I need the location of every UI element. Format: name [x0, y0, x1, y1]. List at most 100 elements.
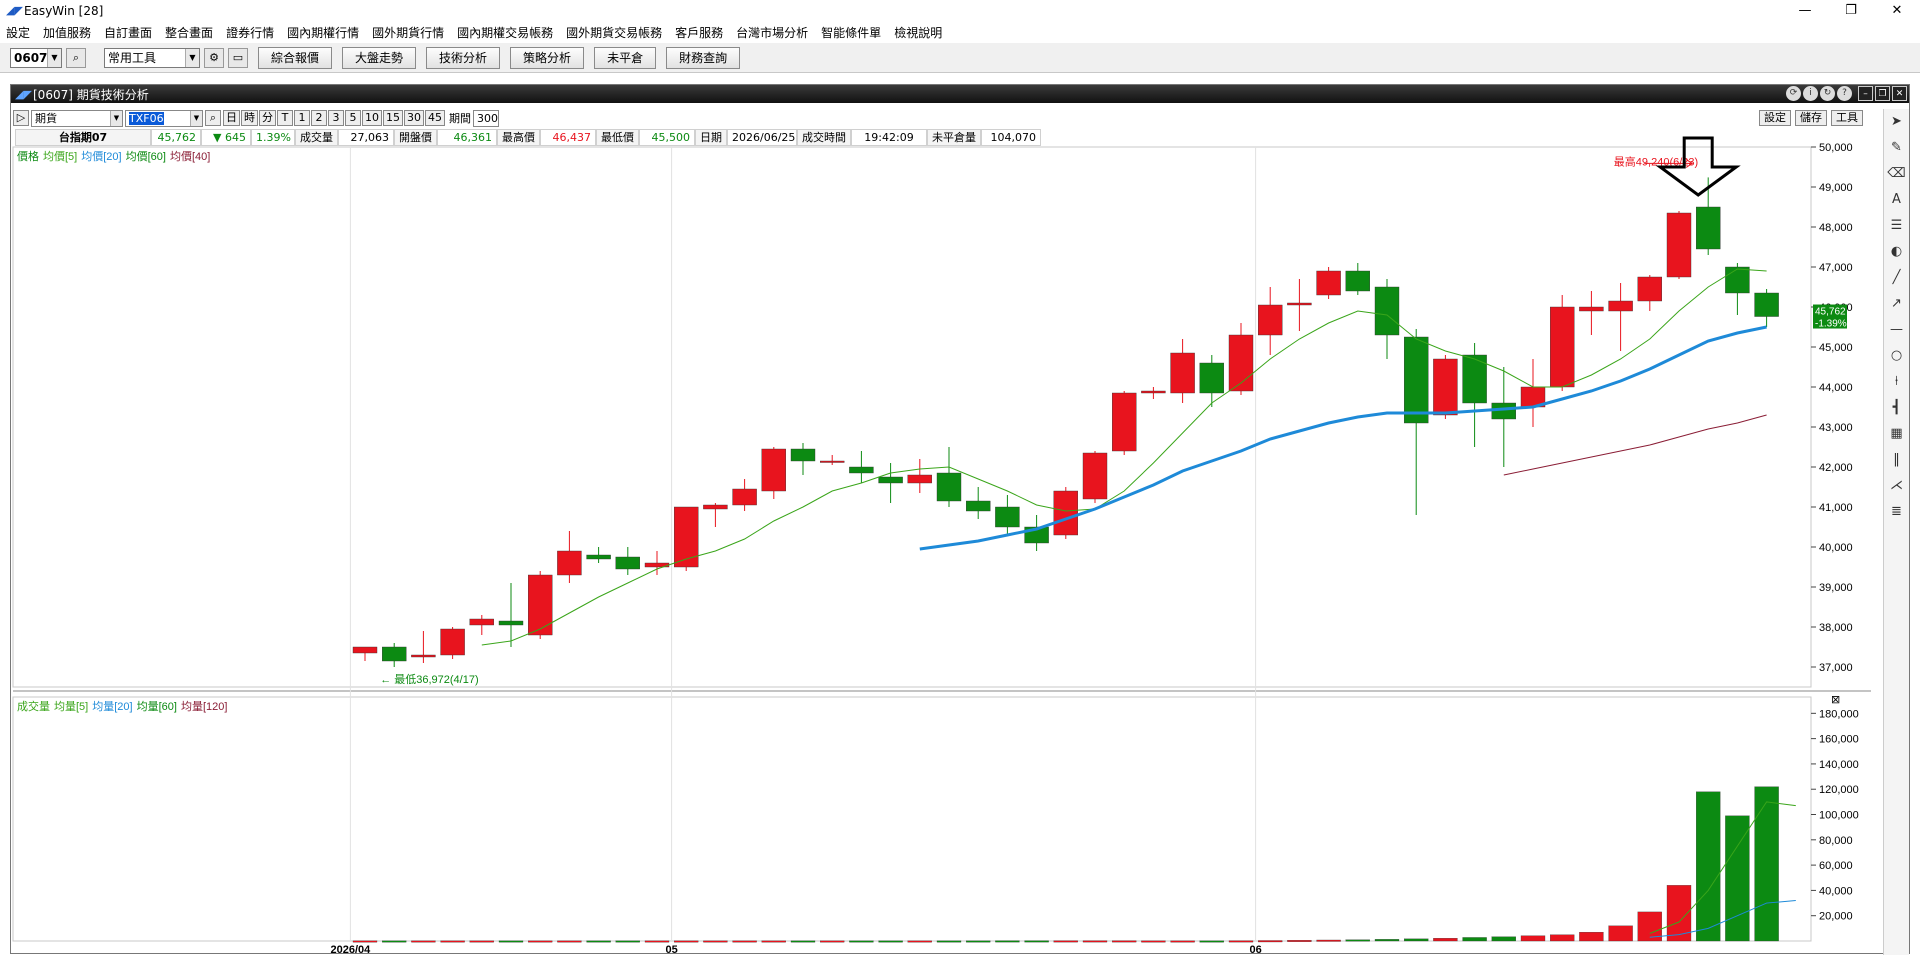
volume-bar	[586, 940, 611, 943]
arrow-icon[interactable]: ↗	[1884, 291, 1909, 317]
menu-item-12[interactable]: 檢視說明	[894, 24, 942, 41]
price-legend-item: 均價[40]	[170, 149, 210, 163]
candle-body	[1666, 212, 1692, 278]
volume-bar	[615, 940, 640, 943]
close-icon[interactable]: ⊠	[1831, 693, 1840, 706]
volume-bar	[411, 940, 436, 943]
price-tick-label: 44,000	[1819, 382, 1853, 394]
volume-bar	[878, 940, 903, 943]
tool-combo[interactable]: 常用工具 ▼	[104, 47, 200, 68]
volume-bar	[469, 940, 494, 943]
volume-bar	[966, 940, 991, 943]
menu-item-0[interactable]: 設定	[6, 24, 30, 41]
fan-icon[interactable]: ⋌	[1884, 473, 1909, 499]
volume-bar	[1316, 939, 1341, 942]
eraser-icon[interactable]: ⌫	[1884, 161, 1909, 187]
close-icon[interactable]: ✕	[1874, 0, 1920, 22]
volume-bar	[1433, 938, 1458, 942]
volume-bar	[440, 940, 465, 943]
price-legend-item: 均價[5]	[43, 149, 77, 163]
menu-item-8[interactable]: 國外期貨交易帳務	[566, 24, 662, 41]
candle-body	[557, 550, 582, 576]
price-volume-chart[interactable]: 2026/04050650,00049,00048,00047,00046,00…	[11, 85, 1883, 955]
hlines-icon[interactable]: ☰	[1884, 213, 1909, 239]
palette-icon[interactable]: ◐	[1884, 239, 1909, 265]
pin-icon[interactable]: ⍿	[1884, 369, 1909, 395]
search-icon[interactable]: ⌕	[66, 47, 86, 68]
volume-legend-item: 均量[120]	[181, 700, 227, 713]
volume-bar	[936, 940, 962, 943]
grid-icon[interactable]: ▦	[1884, 421, 1909, 447]
pointer-icon[interactable]: ➤	[1884, 109, 1909, 135]
volume-bar	[1170, 940, 1195, 943]
volume-tick-label: 160,000	[1819, 734, 1859, 746]
volume-bar	[1141, 940, 1166, 943]
menu-item-1[interactable]: 加值服務	[43, 24, 91, 41]
menu-item-7[interactable]: 國內期權交易帳務	[457, 24, 553, 41]
menu-item-9[interactable]: 客戶服務	[675, 24, 723, 41]
volume-tick-label: 140,000	[1819, 759, 1859, 771]
price-tick-label: 47,000	[1819, 262, 1853, 274]
hline-icon[interactable]: —	[1884, 317, 1909, 343]
candle-body	[1053, 490, 1079, 536]
candle-icon[interactable]: ┫	[1884, 395, 1909, 421]
window-icon[interactable]: ▭	[228, 47, 248, 68]
candle-body	[528, 574, 553, 636]
restore-icon[interactable]: ❐	[1828, 0, 1874, 22]
line-icon[interactable]: ╱	[1884, 265, 1909, 291]
toolbar-button-2[interactable]: 技術分析	[426, 46, 501, 69]
toolbar-button-5[interactable]: 財務查詢	[666, 46, 741, 69]
volume-bar	[1579, 931, 1604, 942]
volume-pane	[12, 696, 1812, 942]
toolbar-button-0[interactable]: 綜合報價	[258, 46, 333, 69]
volume-bar	[557, 940, 582, 943]
volume-bar	[1404, 938, 1429, 942]
chevron-down-icon[interactable]: ▼	[185, 48, 199, 67]
menu-item-5[interactable]: 國內期權行情	[287, 24, 359, 41]
volume-bar	[820, 940, 845, 943]
volume-bar	[382, 940, 407, 943]
toolbar-button-1[interactable]: 大盤走勢	[342, 46, 417, 69]
circle-icon[interactable]: ○	[1884, 343, 1909, 369]
text-icon[interactable]: A	[1884, 187, 1909, 213]
volume-bar	[1608, 925, 1633, 942]
candle-body	[761, 448, 786, 492]
volume-bar	[1374, 939, 1400, 942]
menu-item-4[interactable]: 證券行情	[226, 24, 274, 41]
toolbar-button-3[interactable]: 策略分析	[510, 46, 585, 69]
candle-body	[1695, 206, 1721, 250]
volume-legend: 成交量 均量[5] 均量[20] 均量[60] 均量[120]	[17, 699, 227, 713]
toolbar-buttons: 綜合報價 大盤走勢 技術分析 策略分析 未平倉 財務查詢	[258, 46, 741, 69]
volume-bar	[790, 940, 816, 943]
volume-tick-label: 20,000	[1819, 911, 1853, 923]
code-combo[interactable]: 0607 ▼	[10, 47, 62, 68]
volume-tick-label: 100,000	[1819, 810, 1859, 822]
gear-icon[interactable]: ⚙	[204, 47, 224, 68]
volume-bar	[644, 940, 670, 943]
fib-icon[interactable]: ≣	[1884, 499, 1909, 525]
menu-item-11[interactable]: 智能條件單	[821, 24, 881, 41]
volume-bar	[1550, 934, 1575, 942]
volume-legend-item: 均量[60]	[137, 700, 177, 713]
candle-body	[1403, 336, 1429, 424]
x-tick-label: 06	[1249, 944, 1261, 955]
toolbar-button-4[interactable]: 未平倉	[594, 46, 657, 69]
close-icon[interactable]: ✕	[1892, 86, 1907, 101]
last-pct-label: -1.39%	[1815, 319, 1847, 330]
menu-item-2[interactable]: 自訂畫面	[104, 24, 152, 41]
minimize-icon[interactable]: —	[1782, 0, 1828, 22]
chevron-down-icon[interactable]: ▼	[47, 48, 61, 67]
menu-item-6[interactable]: 國外期貨行情	[372, 24, 444, 41]
menu-item-10[interactable]: 台灣市場分析	[736, 24, 808, 41]
price-tick-label: 45,000	[1819, 342, 1853, 354]
candle-body	[1199, 362, 1225, 394]
analysis-window: ◢◤ [0607] 期貨技術分析 ⟳ i ↻ ? – ❐ ✕ ▷ 期貨 ▼ TXF…	[10, 84, 1910, 955]
volume-bar	[1725, 815, 1750, 942]
menu-item-3[interactable]: 整合畫面	[165, 24, 213, 41]
price-tick-label: 42,000	[1819, 462, 1853, 474]
brush-icon[interactable]: ✎	[1884, 135, 1909, 161]
price-tick-label: 39,000	[1819, 582, 1853, 594]
vlines-icon[interactable]: ‖	[1884, 447, 1909, 473]
volume-bar	[1112, 940, 1137, 943]
low-annotation: ← 最低36,972(4/17)	[380, 673, 478, 686]
